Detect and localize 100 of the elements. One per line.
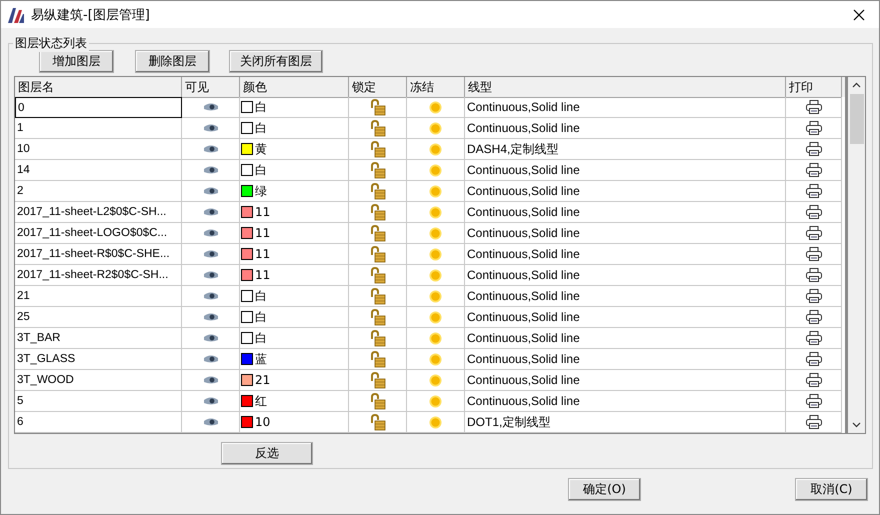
open-lock-icon[interactable] (370, 120, 386, 136)
open-lock-icon[interactable] (370, 392, 386, 410)
table-cell: 2017_11-sheet-R$0$C-SHE... (15, 244, 182, 265)
open-lock-icon[interactable] (370, 288, 386, 304)
table-cell: 2017_11-sheet-LOGO$0$C... (15, 223, 182, 244)
open-lock-icon[interactable] (370, 372, 386, 388)
group-title: 图层状态列表 (13, 35, 89, 52)
eye-icon[interactable] (202, 145, 218, 153)
printer-icon[interactable] (806, 289, 822, 303)
open-lock-icon[interactable] (370, 224, 386, 242)
table-cell: 25 (15, 307, 182, 328)
scrollbar-thumb[interactable] (850, 94, 864, 144)
toolbar-button[interactable]: 删除图层 (135, 50, 210, 73)
open-lock-icon[interactable] (370, 350, 386, 368)
table-cell: Continuous,Solid line (465, 160, 786, 181)
eye-icon[interactable] (202, 166, 218, 174)
column-header[interactable]: 打印 (786, 77, 842, 98)
color-name: 白 (255, 308, 267, 326)
table-cell: Continuous,Solid line (465, 181, 786, 202)
color-name: 白 (255, 162, 267, 178)
toolbar-button[interactable]: 关闭所有图层 (229, 50, 323, 73)
printer-icon[interactable] (806, 373, 822, 387)
open-lock-icon[interactable] (370, 266, 386, 284)
color-name: 11 (255, 247, 270, 261)
color-name: 白 (255, 288, 267, 304)
color-name: 白 (255, 330, 267, 346)
color-name: 绿 (255, 182, 267, 200)
toolbar-button[interactable]: 增加图层 (39, 50, 114, 73)
open-lock-icon[interactable] (370, 308, 386, 326)
open-lock-icon[interactable] (370, 414, 386, 430)
open-lock-icon[interactable] (370, 204, 386, 220)
table-cell: 3T_GLASS (15, 349, 182, 370)
color-name: 10 (255, 415, 270, 429)
eye-icon[interactable] (202, 418, 218, 426)
printer-icon[interactable] (806, 415, 822, 429)
printer-icon[interactable] (806, 100, 822, 114)
eye-icon[interactable] (202, 103, 218, 111)
open-lock-icon[interactable] (370, 182, 386, 200)
eye-icon[interactable] (202, 124, 218, 132)
color-name: 红 (255, 392, 267, 410)
printer-icon[interactable] (806, 205, 822, 219)
printer-icon[interactable] (806, 331, 822, 345)
open-lock-icon[interactable] (370, 140, 386, 158)
table-cell: Continuous,Solid line (465, 286, 786, 307)
table-cell: 1 (15, 118, 182, 139)
table-cell: DASH4,定制线型 (465, 139, 786, 160)
column-header[interactable]: 冻结 (407, 77, 465, 98)
table-cell: Continuous,Solid line (465, 370, 786, 391)
printer-icon[interactable] (806, 352, 822, 366)
open-lock-icon[interactable] (370, 162, 386, 178)
printer-icon[interactable] (806, 184, 822, 198)
printer-icon[interactable] (806, 121, 822, 135)
table-cell: 14 (15, 160, 182, 181)
dialog-button[interactable]: 确定(O) (568, 478, 641, 500)
open-lock-icon[interactable] (370, 246, 386, 262)
table-cell: 2 (15, 181, 182, 202)
table-cell: 21 (15, 286, 182, 307)
invert-selection-button[interactable]: 反选 (221, 442, 313, 465)
color-name: 蓝 (255, 350, 267, 368)
printer-icon[interactable] (806, 268, 822, 282)
eye-icon[interactable] (202, 376, 218, 384)
open-lock-icon[interactable] (370, 330, 386, 346)
eye-icon[interactable] (202, 397, 218, 405)
eye-icon[interactable] (202, 292, 218, 300)
dialog-button[interactable]: 取消(C) (795, 478, 868, 500)
eye-icon[interactable] (202, 313, 218, 321)
eye-icon[interactable] (202, 355, 218, 363)
table-cell: 0 (15, 97, 182, 118)
color-name: 白 (255, 98, 267, 116)
close-icon[interactable] (853, 8, 865, 20)
column-header[interactable]: 可见 (182, 77, 240, 98)
printer-icon[interactable] (806, 142, 822, 156)
open-lock-icon[interactable] (370, 98, 386, 116)
scrollbar[interactable] (848, 77, 865, 433)
table-cell: 2017_11-sheet-L2$0$C-SH... (15, 202, 182, 223)
printer-icon[interactable] (806, 247, 822, 261)
eye-icon[interactable] (202, 187, 218, 195)
color-name: 白 (255, 120, 267, 136)
column-header[interactable]: 颜色 (240, 77, 349, 98)
printer-icon[interactable] (806, 163, 822, 177)
printer-icon[interactable] (806, 226, 822, 240)
printer-icon[interactable] (806, 310, 822, 324)
table-cell: 6 (15, 412, 182, 433)
color-name: 黄 (255, 140, 267, 158)
table-cell: Continuous,Solid line (465, 391, 786, 412)
color-name: 11 (255, 226, 270, 240)
eye-icon[interactable] (202, 250, 218, 258)
color-name: 11 (255, 205, 270, 219)
column-header[interactable]: 锁定 (349, 77, 407, 98)
printer-icon[interactable] (806, 394, 822, 408)
table-cell: Continuous,Solid line (465, 307, 786, 328)
eye-icon[interactable] (202, 271, 218, 279)
eye-icon[interactable] (202, 208, 218, 216)
table-cell: Continuous,Solid line (465, 223, 786, 244)
table-cell: 10 (15, 139, 182, 160)
table-cell: 3T_BAR (15, 328, 182, 349)
eye-icon[interactable] (202, 229, 218, 237)
table-cell: DOT1,定制线型 (465, 412, 786, 433)
column-header[interactable]: 线型 (465, 77, 786, 98)
eye-icon[interactable] (202, 334, 218, 342)
